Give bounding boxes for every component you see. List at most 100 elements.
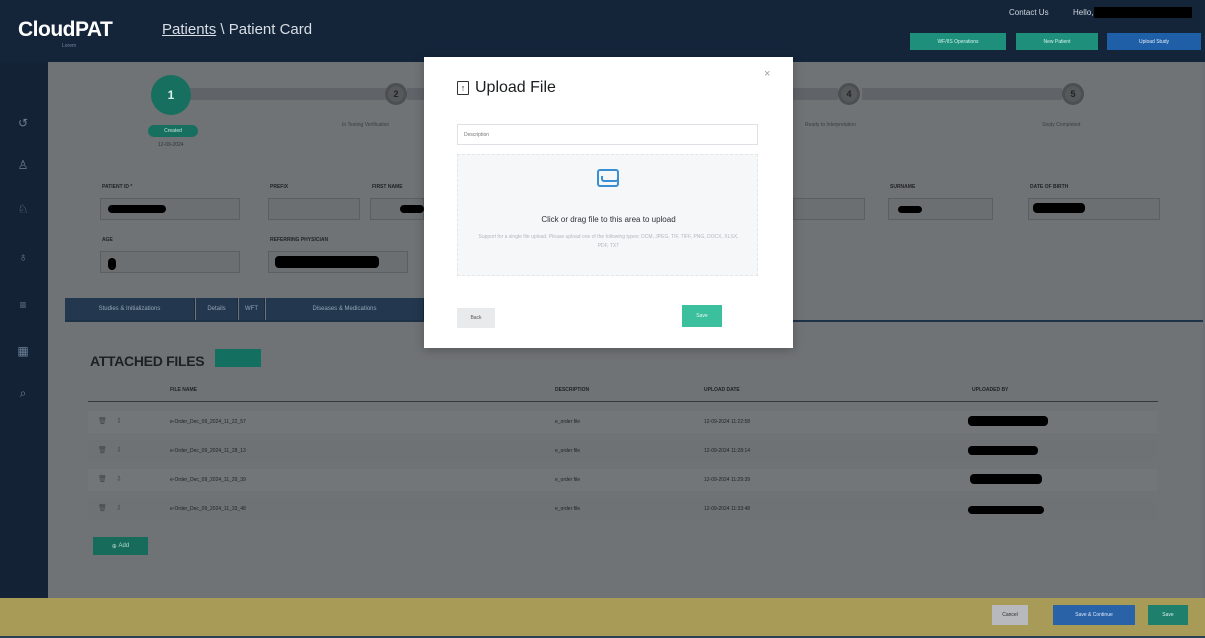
stepper-line-3 [793,88,838,100]
download-icon[interactable]: ⇩ [116,446,122,454]
tab-diseases-medications[interactable]: Diseases & Medications [266,298,424,320]
breadcrumb-separator: \ [216,21,229,38]
drop-zone-hint: Support for a single file upload. Please… [478,234,739,249]
hello-label: Hello, [1073,8,1094,17]
drop-zone-text: Click or drag file to this area to uploa… [541,215,676,224]
breadcrumb-patients-link[interactable]: Patients [162,21,216,38]
new-patient-button[interactable]: New Patient [1016,33,1098,50]
tab-studies-initializations[interactable]: Studies & Initializations [65,298,195,320]
stepper-line-1 [190,88,390,100]
tab-wft[interactable]: WFT [239,298,265,320]
user-icon[interactable]: ♙ [14,156,32,174]
add-file-button[interactable]: ⊕ Add [93,537,148,555]
delete-icon[interactable]: 🗑 [98,475,107,483]
file-name-cell[interactable]: e-Order_Dec_09_2024_11_33_48 [170,506,246,512]
top-header: CloudPAT Lorem Patients \ Patient Card C… [0,0,1205,62]
step-5-label: Study Completed [1042,122,1081,128]
col-uploaded-by: UPLOADED BY [972,387,1009,393]
col-description: DESCRIPTION [555,387,590,393]
step-4-label: Ready to Interpretation [805,122,856,128]
table-header-line [88,401,1158,402]
patient-id-redacted [108,205,166,213]
cancel-button[interactable]: Cancel [992,605,1028,625]
step-4-circle: 4 [838,83,860,105]
age-redacted [108,258,116,270]
uploaded-by-redacted [968,506,1044,514]
save-continue-button[interactable]: Save & Continue [1053,605,1135,625]
history-icon[interactable]: ↺ [14,114,32,132]
prefix-label: PREFIX [270,184,289,190]
description-cell: e_order file [555,506,581,512]
description-cell: e_order file [555,419,581,425]
app-logo[interactable]: CloudPAT [18,18,113,42]
stethoscope-icon[interactable]: ♁ [14,248,32,266]
calendar-icon[interactable]: ▦ [14,342,32,360]
uploaded-by-redacted [968,446,1038,455]
download-icon[interactable]: ⇩ [116,475,122,483]
upload-date-cell: 12-09-2024 11:28:14 [704,448,751,454]
upload-date-cell: 12-09-2024 11:33:48 [704,506,751,512]
table-row: 🗑 ⇩ e-Order_Dec_09_2024_11_33_48 e_order… [88,498,1158,520]
date-of-birth-label: DATE OF BIRTH [1030,184,1069,190]
table-row: 🗑 ⇩ e-Order_Dec_09_2024_11_22_57 e_order… [88,411,1158,433]
uploaded-by-redacted [968,416,1048,426]
inbox-icon [597,169,619,187]
dob-redacted [1033,203,1085,213]
back-button[interactable]: Back [457,308,495,328]
prefix-field[interactable] [268,198,360,220]
logo-subtitle: Lorem [62,43,77,49]
referring-physician-label: REFERRING PHYSICIAN [270,237,329,243]
modal-save-button[interactable]: Save [682,305,722,327]
delete-icon[interactable]: 🗑 [98,504,107,512]
search-icon[interactable]: ⌕ [14,384,32,402]
step-1-status-badge: Created [148,125,198,137]
delete-icon[interactable]: 🗑 [98,446,107,454]
age-label: AGE [102,237,113,243]
upload-date-cell: 12-09-2024 11:29:39 [704,477,751,483]
upload-date-cell: 12-09-2024 11:22:58 [704,419,751,425]
attached-files-add-button[interactable] [215,349,261,367]
file-name-cell[interactable]: e-Order_Dec_09_2024_11_29_39 [170,477,246,483]
attached-files-title: ATTACHED FILES [90,353,205,369]
file-name-cell[interactable]: e-Order_Dec_09_2024_11_22_57 [170,419,246,425]
description-input[interactable] [457,124,758,145]
table-row: 🗑 ⇩ e-Order_Dec_09_2024_11_29_39 e_order… [88,469,1158,491]
footer-save-button[interactable]: Save [1148,605,1188,625]
surname-label: SURNAME [890,184,916,190]
first-name-redacted [400,205,424,213]
wf-operations-button[interactable]: WF/IIS Operations [910,33,1006,50]
users-icon[interactable]: ♘ [14,200,32,218]
modal-title: ↑ Upload File [457,79,556,97]
tab-details[interactable]: Details [196,298,238,320]
middle-field[interactable] [793,198,865,220]
age-field[interactable] [100,251,240,273]
app-root: CloudPAT Lorem Patients \ Patient Card C… [0,0,1205,638]
first-name-label: FIRST NAME [372,184,403,190]
breadcrumb-current: Patient Card [228,21,313,38]
col-file-name: FILE NAME [170,387,197,393]
modal-title-text: Upload File [475,79,556,96]
step-1-date: 12-09-2024 [158,142,184,148]
contact-us-link[interactable]: Contact Us [1009,8,1049,17]
file-name-cell[interactable]: e-Order_Dec_09_2024_11_28_13 [170,448,246,454]
download-icon[interactable]: ⇩ [116,417,122,425]
surname-redacted [898,206,922,213]
close-icon[interactable]: × [764,68,770,80]
list-icon[interactable]: ≡ [14,296,32,314]
file-drop-zone[interactable]: Click or drag file to this area to uploa… [457,154,758,276]
stepper-line-4 [862,88,1062,100]
step-5-circle: 5 [1062,83,1084,105]
username-redacted[interactable] [1094,7,1192,18]
upload-study-button[interactable]: Upload Study [1107,33,1201,50]
step-2-circle: 2 [385,83,407,105]
download-icon[interactable]: ⇩ [116,504,122,512]
side-navigation: ↺ ♙ ♘ ♁ ≡ ▦ ⌕ [0,62,48,598]
patient-id-label: PATIENT ID * [102,184,133,190]
upload-file-modal: × ↑ Upload File Click or drag file to th… [424,57,793,348]
step-2-label: In Testing Verification [342,122,390,128]
delete-icon[interactable]: 🗑 [98,417,107,425]
add-file-label: Add [118,543,130,549]
uploaded-by-redacted [970,474,1042,484]
breadcrumb: Patients \ Patient Card [162,21,312,38]
description-cell: e_order file [555,477,581,483]
